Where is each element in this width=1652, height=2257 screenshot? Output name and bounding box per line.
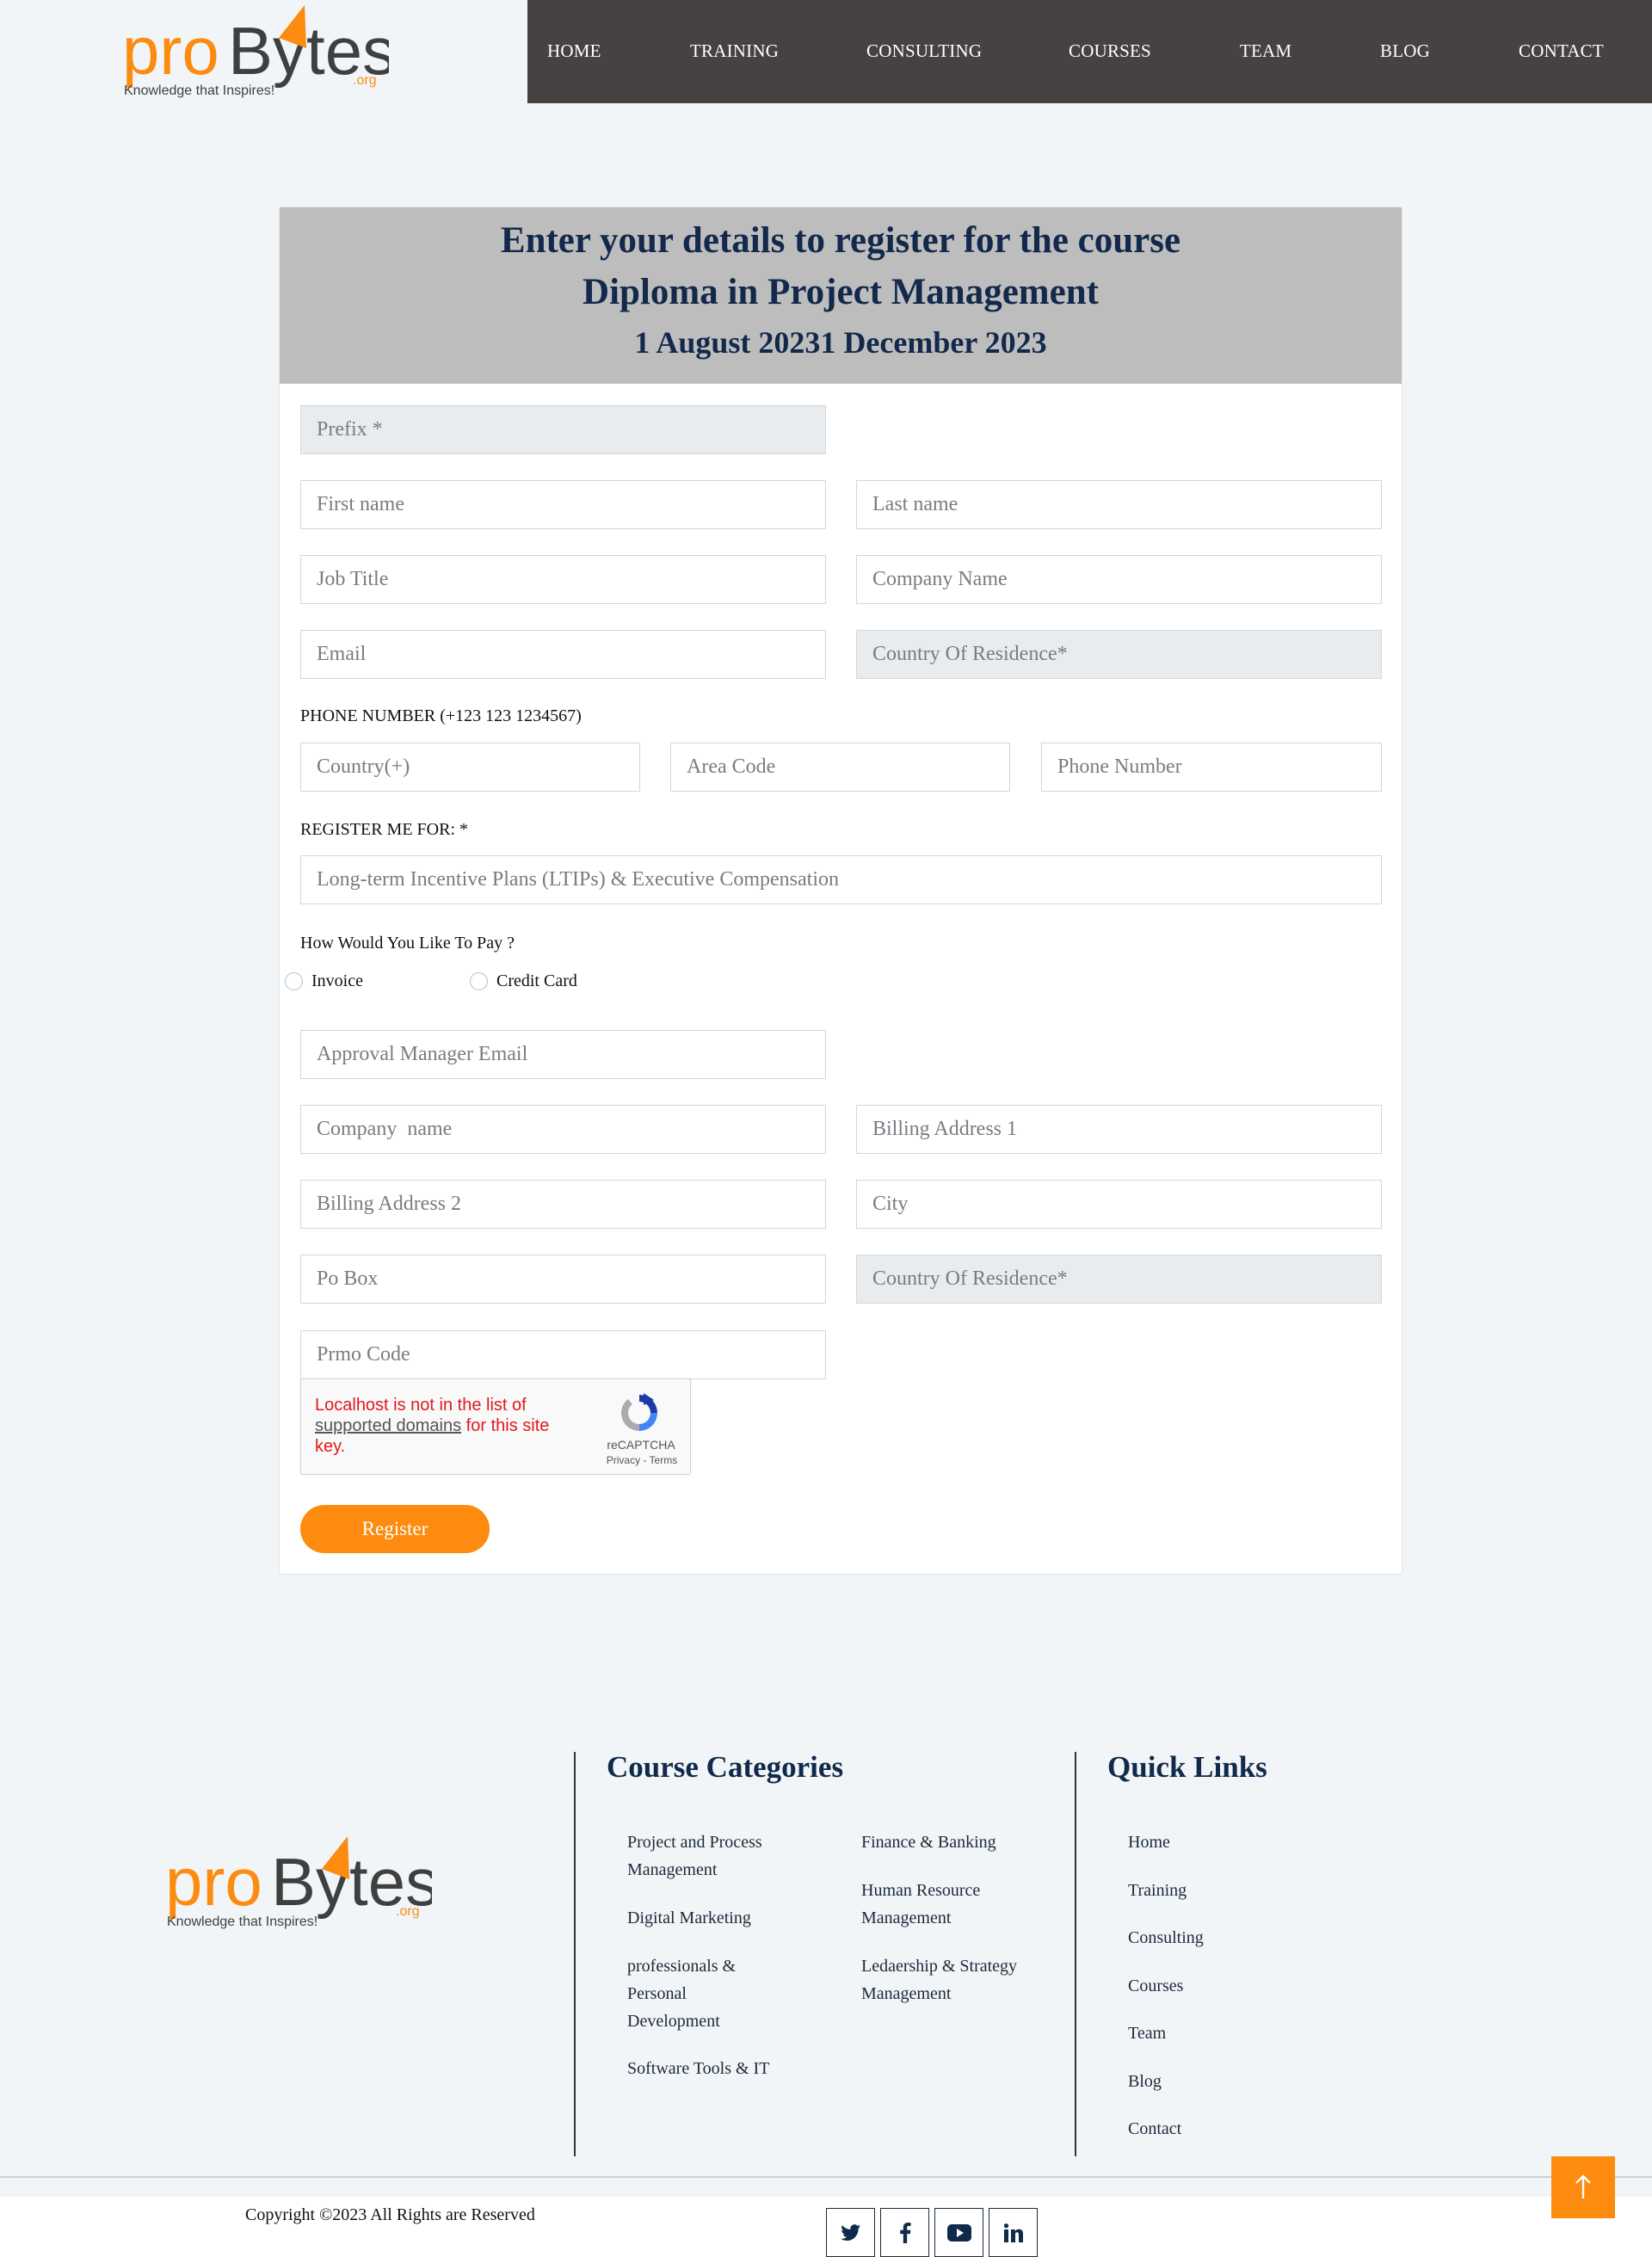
- billing-company-name-input[interactable]: [300, 1105, 826, 1154]
- city-input[interactable]: [856, 1180, 1382, 1229]
- category-personal-development[interactable]: professionals & Personal Development: [627, 1952, 756, 2035]
- last-name-input[interactable]: [856, 480, 1382, 529]
- job-title-input[interactable]: [300, 555, 826, 604]
- quick-link-contact[interactable]: Contact: [1128, 2115, 1181, 2143]
- recaptcha-widget[interactable]: Localhost is not in the list of supporte…: [300, 1378, 691, 1475]
- probytes-logo[interactable]: pro Bytes .org Knowledge that Inspires!: [122, 5, 389, 100]
- country-of-residence-select[interactable]: [856, 630, 1382, 679]
- approval-manager-email-input[interactable]: [300, 1030, 826, 1079]
- footer-logo-domain-text: .org: [396, 1904, 420, 1919]
- category-software-tools[interactable]: Software Tools & IT: [627, 2055, 791, 2082]
- linkedin-icon[interactable]: [989, 2208, 1038, 2257]
- billing-address-1-input[interactable]: [856, 1105, 1382, 1154]
- billing-address-2-input[interactable]: [300, 1180, 826, 1229]
- footer-divider-1: [574, 1752, 576, 2156]
- category-leadership-strategy[interactable]: Ledaership & Strategy Management: [861, 1952, 1042, 2007]
- logo-tagline: Knowledge that Inspires!: [124, 83, 274, 98]
- register-button[interactable]: Register: [300, 1505, 490, 1553]
- back-to-top-button[interactable]: [1551, 2156, 1615, 2218]
- twitter-icon[interactable]: [826, 2208, 875, 2257]
- category-finance-banking[interactable]: Finance & Banking: [861, 1828, 1042, 1856]
- billing-country-select[interactable]: [856, 1255, 1382, 1304]
- po-box-input[interactable]: [300, 1255, 826, 1304]
- footer-separator: [0, 2176, 1652, 2178]
- quick-links-title: Quick Links: [1107, 1750, 1267, 1784]
- course-title: Diploma in Project Management: [583, 272, 1099, 312]
- nav-blog[interactable]: BLOG: [1380, 0, 1430, 103]
- quick-link-consulting[interactable]: Consulting: [1128, 1924, 1204, 1952]
- category-digital-marketing[interactable]: Digital Marketing: [627, 1904, 791, 1932]
- register-for-course-input[interactable]: [300, 855, 1382, 904]
- category-human-resource[interactable]: Human Resource Management: [861, 1877, 999, 1932]
- company-name-input[interactable]: [856, 555, 1382, 604]
- form-heading: Enter your details to register for the c…: [500, 220, 1181, 261]
- recaptcha-error-text: Localhost is not in the list of: [315, 1396, 527, 1415]
- prefix-select[interactable]: [300, 405, 826, 454]
- recaptcha-brand: reCAPTCHA: [607, 1438, 675, 1452]
- phone-country-code-input[interactable]: [300, 743, 640, 792]
- recaptcha-icon: [621, 1393, 657, 1431]
- phone-number-input[interactable]: [1041, 743, 1382, 792]
- register-for-label: REGISTER ME FOR: *: [300, 820, 469, 839]
- course-dates: 1 August 20231 December 2023: [634, 325, 1047, 360]
- pay-invoice-label: Invoice: [311, 971, 363, 990]
- site-header: pro Bytes .org Knowledge that Inspires! …: [0, 0, 1652, 103]
- pay-invoice-radio[interactable]: Invoice: [285, 970, 363, 992]
- nav-training[interactable]: TRAINING: [690, 0, 779, 103]
- registration-form-card: Enter your details to register for the c…: [279, 207, 1402, 1575]
- nav-contact[interactable]: CONTACT: [1519, 0, 1604, 103]
- phone-area-code-input[interactable]: [670, 743, 1010, 792]
- copyright-text: Copyright ©2023 All Rights are Reserved: [245, 2205, 535, 2224]
- pay-credit-card-label: Credit Card: [496, 971, 577, 990]
- footer-logo-pro-text: pro: [165, 1844, 262, 1920]
- course-categories-title: Course Categories: [607, 1750, 844, 1784]
- logo-domain-text: .org: [353, 73, 377, 88]
- radio-circle[interactable]: [285, 971, 303, 990]
- phone-number-label: PHONE NUMBER (+123 123 1234567): [300, 706, 582, 725]
- quick-link-team[interactable]: Team: [1128, 2020, 1166, 2047]
- supported-domains-link[interactable]: supported domains: [315, 1416, 461, 1435]
- footer-divider-2: [1075, 1752, 1076, 2156]
- footer-logo-tagline: Knowledge that Inspires!: [167, 1915, 317, 1929]
- facebook-icon[interactable]: [880, 2208, 929, 2257]
- quick-link-courses[interactable]: Courses: [1128, 1972, 1183, 2000]
- footer-probytes-logo[interactable]: pro Bytes .org Knowledge that Inspires!: [165, 1836, 432, 1931]
- quick-link-blog[interactable]: Blog: [1128, 2068, 1162, 2095]
- category-project-management[interactable]: Project and Process Management: [627, 1828, 791, 1884]
- payment-method-label: How Would You Like To Pay ?: [300, 934, 515, 953]
- form-header: Enter your details to register for the c…: [280, 207, 1402, 384]
- header-logo-area: pro Bytes .org Knowledge that Inspires!: [0, 0, 527, 103]
- main-nav: HOME TRAINING CONSULTING COURSES TEAM BL…: [527, 0, 1652, 103]
- quick-link-home[interactable]: Home: [1128, 1828, 1170, 1856]
- logo-pro-text: pro: [122, 13, 219, 89]
- recaptcha-privacy-terms[interactable]: Privacy - Terms: [599, 1454, 685, 1466]
- pay-credit-card-radio[interactable]: Credit Card: [470, 970, 577, 992]
- youtube-icon[interactable]: [934, 2208, 983, 2257]
- arrow-up-icon: [1575, 2174, 1591, 2198]
- email-input[interactable]: [300, 630, 826, 679]
- nav-courses[interactable]: COURSES: [1069, 0, 1151, 103]
- nav-team[interactable]: TEAM: [1240, 0, 1291, 103]
- first-name-input[interactable]: [300, 480, 826, 529]
- nav-home[interactable]: HOME: [547, 0, 601, 103]
- quick-link-training[interactable]: Training: [1128, 1877, 1187, 1904]
- promo-code-input[interactable]: [300, 1330, 826, 1379]
- recaptcha-error-message: Localhost is not in the list of supporte…: [315, 1395, 564, 1457]
- nav-consulting[interactable]: CONSULTING: [866, 0, 982, 103]
- radio-circle[interactable]: [470, 971, 488, 990]
